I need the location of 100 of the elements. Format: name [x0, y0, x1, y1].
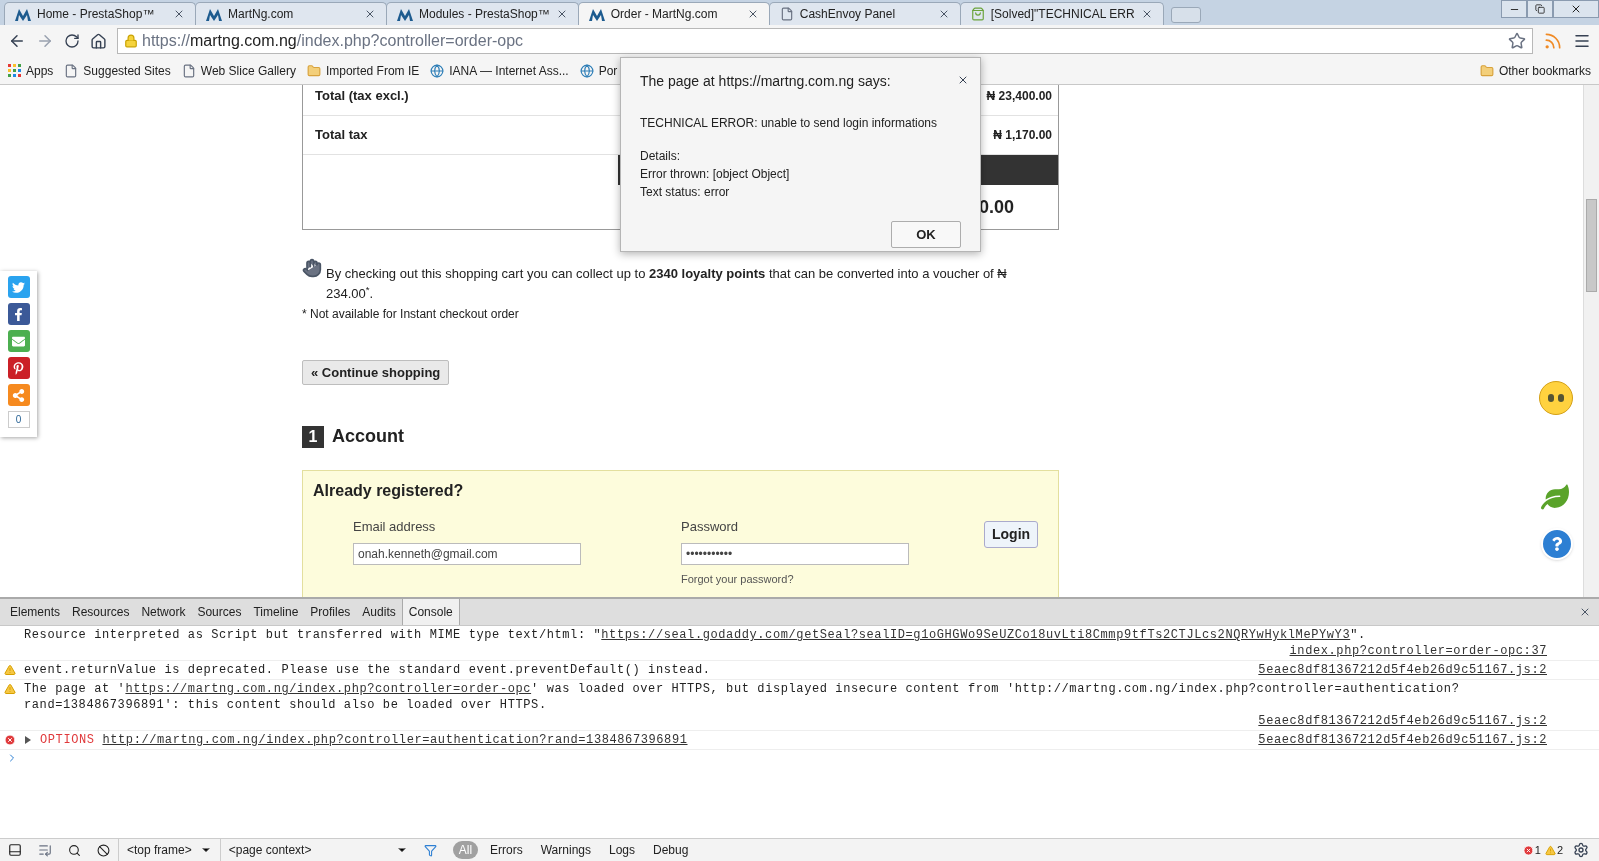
mountain-logo-icon	[397, 7, 413, 21]
login-button[interactable]: Login	[984, 521, 1039, 548]
browser-tab[interactable]: [Solved]"TECHNICAL ERR	[959, 2, 1164, 25]
devtools-tab[interactable]: Profiles	[304, 599, 357, 625]
devtools-tab[interactable]: Network	[135, 599, 192, 625]
filter-tab[interactable]: Warnings	[534, 841, 597, 859]
back-icon[interactable]	[8, 32, 26, 50]
help-icon[interactable]	[1541, 528, 1573, 560]
source-link[interactable]: index.php?controller=order-opc:37	[1289, 643, 1547, 659]
context-select[interactable]: <page context>	[219, 839, 416, 861]
ok-button[interactable]: OK	[891, 221, 961, 248]
apps-grid-icon	[8, 64, 21, 77]
tab-title: [Solved]"TECHNICAL ERR	[990, 6, 1135, 23]
devtools-tab[interactable]: Audits	[356, 599, 402, 625]
page-icon	[181, 63, 196, 78]
email-field[interactable]: onah.kenneth@gmail.com	[353, 542, 581, 565]
tab-title: MartNg.com	[228, 6, 295, 23]
folder-icon	[306, 63, 321, 78]
settings-icon[interactable]	[1573, 842, 1589, 858]
collapsed-triangle-icon[interactable]	[24, 736, 32, 744]
smiley-icon[interactable]	[1539, 381, 1573, 415]
filter-icon[interactable]	[423, 843, 437, 857]
mountain-logo-icon	[206, 7, 222, 21]
loyalty-text: By checking out this shopping cart you can collect up to 2340 loyalty points that can be converted into a voucher of ₦ 234.00$^{*}$.	[326, 265, 1008, 303]
scrollbar[interactable]	[1583, 85, 1599, 597]
grand-total-value: 0.00	[978, 195, 1014, 219]
devtools-tab[interactable]: Resources	[66, 599, 136, 625]
continue-shopping-button[interactable]: « Continue shopping	[302, 360, 450, 385]
facebook-icon[interactable]	[7, 303, 30, 325]
dock-icon[interactable]	[8, 843, 22, 857]
tab-title: CashEnvoy Panel	[799, 6, 897, 23]
console-drawer-icon[interactable]	[38, 843, 52, 857]
other-bookmarks-item[interactable]: Other bookmarks	[1479, 61, 1591, 80]
browser-tab[interactable]: Home - PrestaShop™	[4, 2, 196, 25]
source-link[interactable]: 5eaec8df81367212d5f4eb26d9c51167.js:2	[1258, 732, 1547, 748]
dialog-detail: Details:	[640, 148, 681, 165]
tab-title: Order - MartNg.com	[610, 6, 719, 23]
total-label: Total tax	[315, 126, 368, 145]
browser-tab[interactable]: CashEnvoy Panel	[768, 2, 961, 25]
devtools-tab[interactable]: Sources	[191, 599, 248, 625]
restore-button[interactable]	[1527, 0, 1553, 18]
close-icon[interactable]	[364, 8, 376, 20]
mountain-logo-icon	[588, 7, 605, 21]
bookmark-star-icon[interactable]	[1508, 32, 1526, 50]
source-link[interactable]: 5eaec8df81367212d5f4eb26d9c51167.js:2	[1258, 662, 1547, 678]
console-message: Resource interpreted as Script but transferred with MIME type text/html: "https://seal.godaddy.com/getSeal?sealID=g1oGHGWo9SeUZCo18uvLti8Cmmp9tfTs2CTJLcs2NQRYwHyklMePYwY3".	[24, 627, 1366, 643]
filter-tab[interactable]: Debug	[647, 841, 695, 859]
dialog-title: The page at https://martng.com.ng says:	[640, 72, 891, 91]
menu-icon[interactable]	[1573, 32, 1591, 50]
globe-icon	[579, 63, 594, 78]
reload-icon[interactable]	[64, 33, 80, 49]
bookmark-item[interactable]: IANA — Internet Ass...	[430, 61, 569, 80]
frame-select[interactable]: <top frame>	[118, 839, 220, 861]
bookmark-item[interactable]: Web Slice Gallery	[181, 61, 296, 80]
bookmark-item[interactable]: Suggested Sites	[64, 61, 171, 80]
devtools-tab[interactable]: Console	[401, 599, 460, 625]
console-message: OPTIONS http://martng.com.ng/index.php?controller=authentication?rand=1384867396891	[40, 732, 688, 748]
warning-count: 2	[1556, 842, 1563, 858]
page-icon	[779, 7, 794, 21]
home-icon[interactable]	[90, 32, 107, 50]
total-value: ₦ 23,400.00	[986, 88, 1052, 105]
devtools-tab[interactable]: Elements	[4, 599, 67, 625]
restore-icon	[1535, 4, 1545, 14]
leaf-icon[interactable]	[1541, 483, 1569, 511]
source-link[interactable]: 5eaec8df81367212d5f4eb26d9c51167.js:2	[1258, 713, 1547, 729]
bookmark-item[interactable]: Por	[579, 61, 618, 80]
browser-tab[interactable]: Modules - PrestaShop™	[386, 2, 579, 25]
note-text: * Not available for Instant checkout order	[302, 306, 520, 323]
bookmark-item[interactable]: Apps	[8, 61, 54, 80]
email-icon[interactable]	[7, 330, 30, 352]
clear-icon[interactable]	[97, 843, 110, 857]
console-message: event.returnValue is deprecated. Please use the standard event.preventDefault() instead.	[24, 662, 711, 678]
tab-title: Modules - PrestaShop™	[419, 6, 550, 23]
console-link[interactable]: http://martng.com.ng/index.php?controller=authentication?rand=1384867396891	[102, 733, 688, 747]
field-label: Password	[681, 518, 740, 536]
twitter-icon[interactable]	[7, 276, 30, 298]
browser-tab[interactable]: MartNg.com	[195, 2, 387, 25]
total-value: ₦ 1,170.00	[993, 127, 1052, 144]
close-icon	[1570, 3, 1582, 15]
browser-tab[interactable]: Order - MartNg.com	[577, 2, 770, 25]
bookmark-item[interactable]: Imported From IE	[306, 61, 420, 80]
pinterest-icon[interactable]	[7, 357, 30, 379]
filter-tab[interactable]: Errors	[484, 841, 529, 859]
warning-icon	[4, 683, 16, 695]
console-link[interactable]: https://martng.com.ng/index.php?controller=order-opc	[125, 682, 532, 696]
filter-tab[interactable]: Logs	[603, 841, 641, 859]
console-link[interactable]: https://seal.godaddy.com/getSeal?sealID=g1oGHGWo9SeUZCo18uvLti8Cmmp9tfTs2CTJLcs2NQRYwHyklMePYwY3	[601, 628, 1351, 642]
password-field[interactable]: •••••••••••	[681, 542, 909, 565]
close-icon[interactable]	[957, 74, 969, 86]
mountain-logo-icon	[15, 7, 31, 21]
devtools-tab[interactable]: Timeline	[247, 599, 305, 625]
step-number: 1	[302, 425, 324, 448]
error-icon	[1522, 844, 1534, 856]
error-icon	[4, 734, 16, 746]
address-field[interactable]: https://martng.com.ng/index.php?controller=order-opc	[117, 28, 1533, 54]
search-icon[interactable]	[68, 843, 81, 857]
tab-title: Home - PrestaShop™	[37, 6, 156, 23]
close-icon[interactable]	[1579, 606, 1591, 618]
forgot-password-link[interactable]: Forgot your password?	[681, 570, 984, 587]
close-icon[interactable]	[173, 8, 185, 20]
